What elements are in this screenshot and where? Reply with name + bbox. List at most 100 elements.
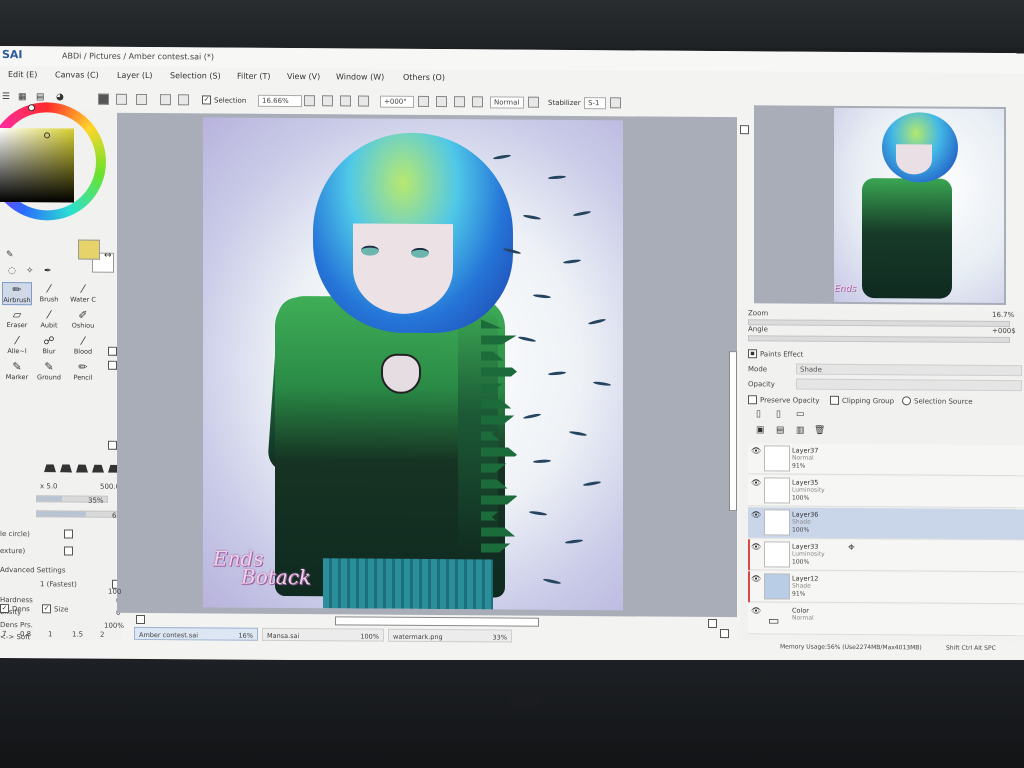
eye-icon[interactable]: 👁 (751, 478, 761, 487)
tool-ground[interactable]: ✎ Ground (34, 360, 64, 381)
pen-icon[interactable]: ✎ (6, 250, 14, 260)
eye-icon[interactable]: 👁 (751, 574, 761, 583)
brush-shape-round[interactable] (60, 462, 72, 472)
zoom-reset-button[interactable] (358, 95, 369, 107)
tool-scroll-mid[interactable] (108, 360, 117, 370)
zoom-in-button[interactable] (322, 95, 333, 107)
copy-layer-icon[interactable]: ▣ (756, 425, 765, 435)
layer-row-12[interactable]: 👁 Layer12 Shade 91% (748, 571, 1024, 605)
new-linework-layer-icon[interactable]: ▯ (776, 409, 781, 419)
new-layer-icon[interactable]: ▯ (756, 409, 761, 419)
tool-scroll-up[interactable] (108, 346, 117, 356)
min-size-slider[interactable] (36, 510, 120, 518)
table-icon[interactable]: ▤ (36, 92, 45, 102)
new-folder-icon[interactable]: ▭ (796, 410, 805, 420)
brush-shape-mid[interactable] (92, 463, 104, 473)
tool-blur[interactable]: ☍ Blur (34, 334, 64, 355)
rotate-reset-button[interactable] (454, 96, 465, 108)
brush-shape-label[interactable]: le circle) (0, 530, 30, 538)
tb-button-a[interactable] (160, 94, 171, 106)
zoom-slider[interactable] (748, 319, 1010, 328)
brush-size-1[interactable]: 7 (2, 630, 6, 638)
brush-preset-icon[interactable]: ◕ (56, 92, 64, 102)
eye-icon[interactable]: 👁 (751, 542, 761, 551)
merge-down-icon[interactable]: ▤ (776, 425, 785, 435)
artwork[interactable]: Ends Botack (203, 117, 623, 611)
tb-button-b[interactable] (178, 94, 189, 106)
canvas-horizontal-scrollbar[interactable] (335, 616, 539, 627)
sv-marker[interactable] (44, 132, 50, 139)
stabilizer-select[interactable]: S-1 (584, 97, 606, 110)
tool-alle[interactable]: ⁄ Alle~l (2, 334, 32, 355)
flip-button[interactable] (472, 96, 483, 108)
canvas-corner-right[interactable] (708, 618, 717, 629)
menu-layer[interactable]: Layer (L) (117, 71, 153, 80)
tool-marker[interactable]: ✎ Marker (2, 360, 32, 381)
canvas-corner-bottom[interactable] (720, 629, 729, 639)
advanced-settings-label[interactable]: Advanced Settings (0, 566, 66, 574)
brush-size-4[interactable]: 1.5 (72, 631, 83, 639)
menu-edit[interactable]: Edit (E) (8, 70, 37, 79)
file-tab-amber[interactable]: Amber contest.sai 16% (134, 626, 258, 641)
hue-marker[interactable] (28, 104, 35, 112)
tool-pencil[interactable]: ✏ Pencil (68, 360, 98, 382)
canvas-viewport[interactable]: Ends Botack (117, 112, 737, 618)
foreground-color-swatch[interactable] (78, 239, 100, 260)
eye-icon[interactable]: 👁 (751, 510, 761, 519)
mode-select[interactable]: Shade (796, 363, 1022, 377)
opacity-slider[interactable] (796, 378, 1022, 392)
tool-scroll-down[interactable] (108, 440, 117, 450)
angle-field[interactable]: +000° (380, 95, 414, 108)
rotate-right-button[interactable] (436, 96, 447, 108)
texture-option-button[interactable] (64, 546, 73, 556)
layer-row-37[interactable]: 👁 Layer37 Normal 91% (748, 443, 1024, 477)
brush-size-5[interactable]: 2 (100, 631, 104, 639)
menu-canvas[interactable]: Canvas (C) (55, 70, 99, 79)
navigator-preview[interactable]: Ends (754, 105, 1006, 306)
select-all-button[interactable] (116, 93, 127, 105)
trash-icon[interactable]: 🗑 (814, 426, 825, 436)
layer-row-36[interactable]: 👁 Layer36 Shade 100% (748, 507, 1024, 541)
saturation-value-square[interactable] (0, 128, 74, 203)
merge-layer-icon[interactable]: ▥ (796, 426, 805, 436)
shape-option-button[interactable] (64, 529, 73, 539)
rotate-left-button[interactable] (418, 95, 429, 107)
layer-row-35[interactable]: 👁 Layer35 Luminosity 100% (748, 475, 1024, 509)
deselect-button[interactable] (98, 93, 109, 105)
selection-source-radio[interactable] (902, 396, 911, 406)
lasso-icon[interactable]: ◌ (8, 266, 16, 276)
invert-selection-button[interactable] (136, 93, 147, 106)
menu-window[interactable]: Window (W) (336, 72, 384, 81)
size-multiplier[interactable]: x 5.0 (40, 482, 58, 490)
magic-wand-icon[interactable]: ✧ (26, 266, 34, 276)
zoom-field[interactable]: 16.66% (258, 94, 302, 108)
layer-row-33[interactable]: 👁 Layer33 Luminosity 100% ⌖ (748, 539, 1024, 573)
brush-shape-flat[interactable] (44, 462, 56, 472)
file-tab-watermark[interactable]: watermark.png 33% (388, 628, 512, 643)
tool-brush[interactable]: ⁄ Brush (34, 282, 64, 303)
menu-selection[interactable]: Selection (S) (170, 71, 221, 80)
file-tab-mansa[interactable]: Mansa.sai 100% (262, 627, 384, 642)
blend-mode-select[interactable]: Normal (490, 96, 524, 109)
menu-filter[interactable]: Filter (T) (237, 72, 270, 81)
canvas-corner-top[interactable] (740, 125, 749, 135)
blend-mode-button[interactable] (528, 96, 539, 108)
preserve-opacity-checkbox[interactable] (748, 395, 757, 405)
brush-shape-soft[interactable] (76, 463, 88, 473)
dens-checkbox[interactable]: ✓ (0, 604, 9, 614)
swap-colors-icon[interactable]: ↔ (104, 251, 112, 261)
brush-size-3[interactable]: 1 (48, 630, 52, 638)
tool-airbrush[interactable]: ✏ Airbrush (2, 282, 32, 306)
grid-icon[interactable]: ▦ (18, 92, 27, 102)
eye-icon[interactable]: 👁 (751, 446, 761, 455)
selection-checkbox[interactable]: ✓ (202, 95, 211, 105)
tool-aubit[interactable]: ⁄ Aubit (34, 308, 64, 329)
layer-row-color-folder[interactable]: 👁 ▭ Color Normal (748, 603, 1024, 637)
stabilizer-button[interactable] (610, 97, 621, 109)
canvas-vertical-scrollbar[interactable] (728, 121, 738, 591)
list-icon[interactable]: ☰ (2, 92, 10, 102)
vertical-scroll-thumb[interactable] (729, 351, 737, 512)
texture-label[interactable]: exture) (0, 547, 25, 555)
brush-size-2[interactable]: 0.8 (20, 630, 31, 638)
zoom-out-button[interactable] (304, 95, 315, 107)
